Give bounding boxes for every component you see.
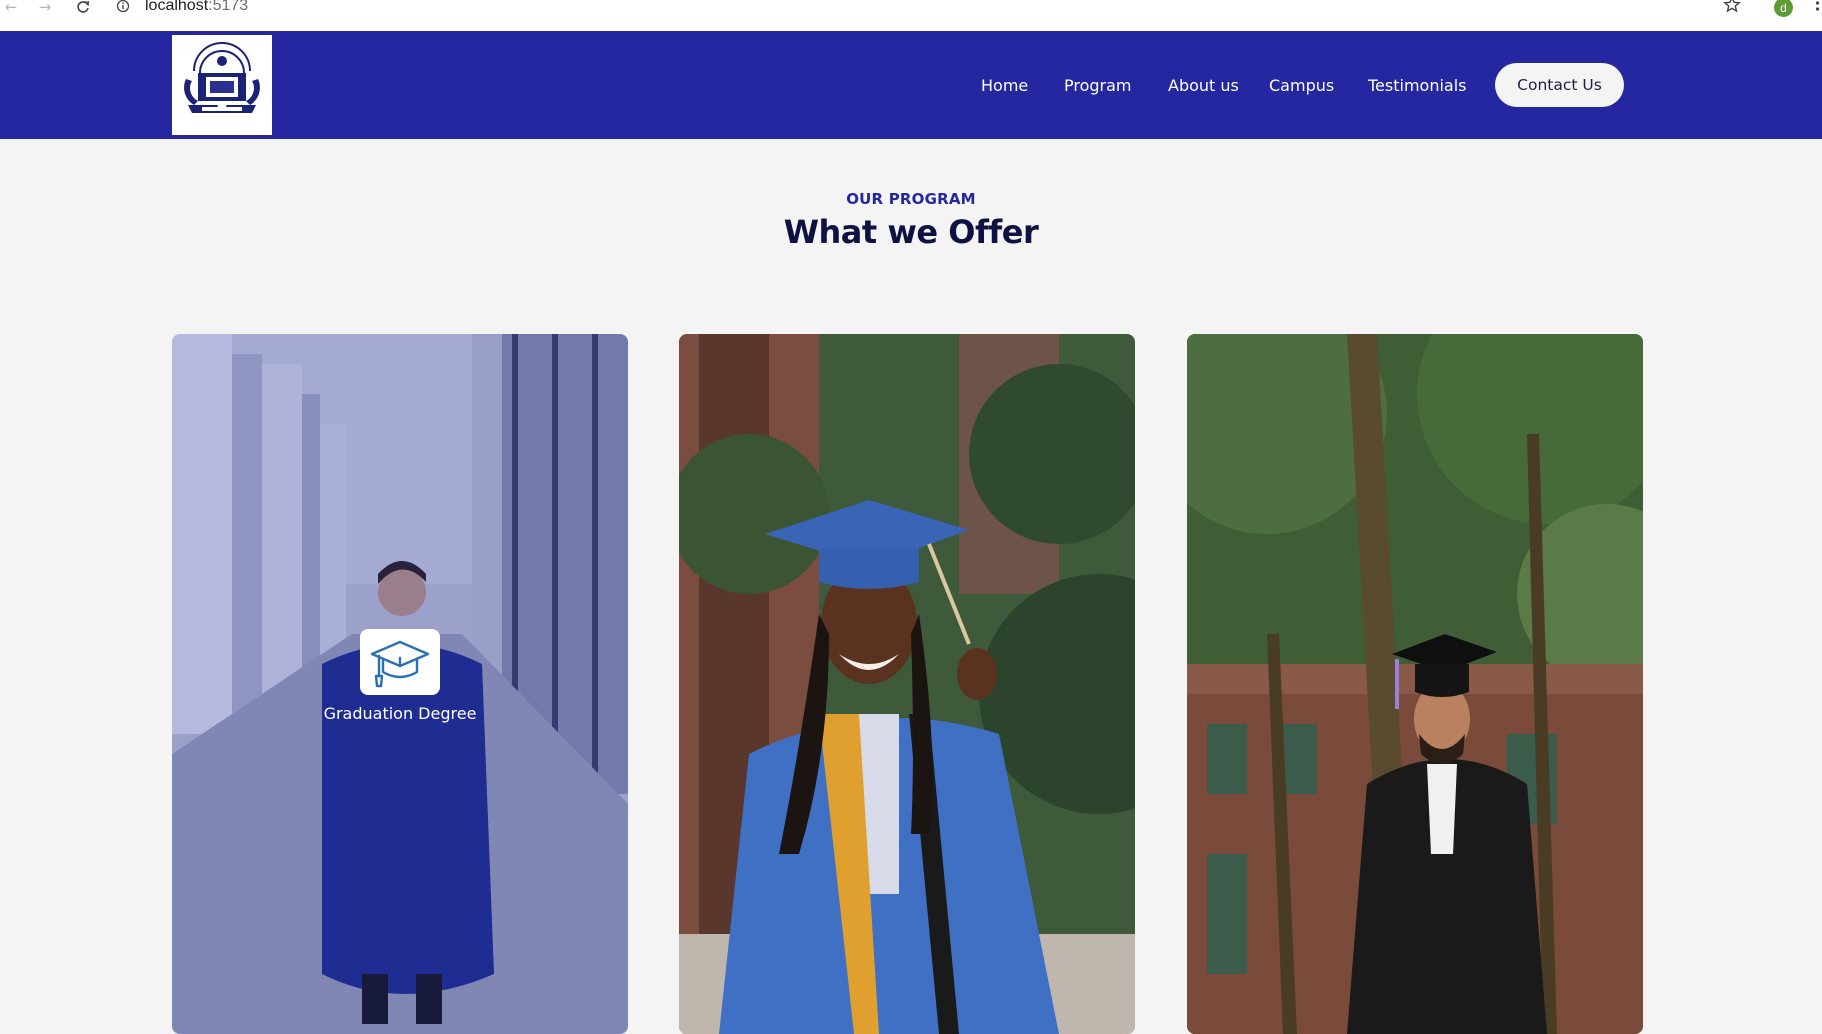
- url-port: :5173: [208, 0, 249, 14]
- profile-initial: d: [1780, 0, 1787, 15]
- program-card-2[interactable]: [679, 334, 1135, 1034]
- site-header: Home Program About us Campus Testimonial…: [0, 31, 1822, 139]
- profile-avatar[interactable]: d: [1774, 0, 1793, 17]
- nav-campus[interactable]: Campus: [1269, 76, 1334, 95]
- card-caption: Graduation Degree: [323, 704, 477, 723]
- address-bar[interactable]: localhost:5173: [145, 0, 248, 15]
- card-photo-graduate-woman: [679, 334, 1135, 1034]
- program-card-graduation[interactable]: Graduation Degree: [172, 334, 628, 1034]
- site-info-icon[interactable]: [116, 0, 132, 13]
- nav-about-us[interactable]: About us: [1168, 76, 1239, 95]
- contact-us-button[interactable]: Contact Us: [1495, 63, 1624, 107]
- card-photo-graduate-man: [1187, 334, 1643, 1034]
- url-host: localhost: [145, 0, 209, 14]
- reload-icon[interactable]: [72, 0, 94, 14]
- section-eyebrow: OUR PROGRAM: [846, 190, 976, 208]
- bookmark-star-icon[interactable]: [1723, 0, 1745, 14]
- browser-toolbar: ← → localhost:5173 d: [0, 0, 1822, 31]
- forward-arrow-icon[interactable]: →: [34, 0, 56, 14]
- graduation-cap-icon: [370, 640, 430, 688]
- back-arrow-icon[interactable]: ←: [0, 0, 22, 14]
- nav-testimonials[interactable]: Testimonials: [1368, 76, 1467, 95]
- program-card-3[interactable]: [1187, 334, 1643, 1034]
- section-title: What we Offer: [783, 213, 1039, 251]
- nav-home[interactable]: Home: [981, 76, 1028, 95]
- nav-program[interactable]: Program: [1064, 76, 1132, 95]
- card-icon-box: [360, 629, 440, 695]
- browser-menu-icon[interactable]: [1813, 0, 1822, 14]
